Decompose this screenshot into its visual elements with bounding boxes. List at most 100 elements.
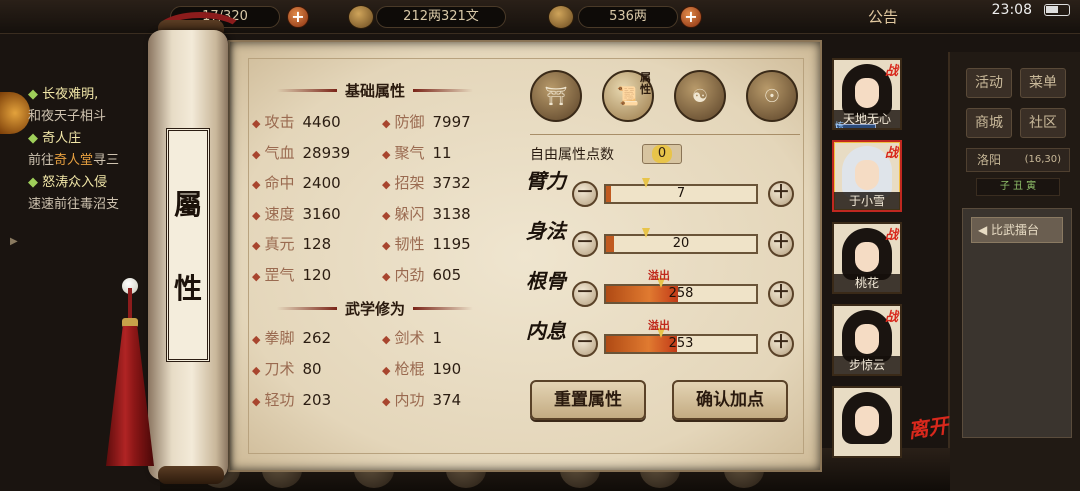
stat-label: 罡气 [264, 265, 295, 284]
quest-toggle-icon[interactable] [0, 92, 30, 134]
level-tag: 炼 [835, 122, 845, 130]
red-tassel [106, 326, 154, 466]
stat-value: 3138 [432, 204, 471, 223]
stat-value: 11 [432, 143, 452, 162]
increase-button[interactable]: ＋ [768, 231, 794, 257]
confirm-points-button[interactable]: 确认加点 [672, 380, 788, 420]
hat-character-icon[interactable]: ⛩ [530, 70, 582, 122]
stat-row: ◆ 命中 2400 [252, 172, 341, 194]
location-bar[interactable]: 洛阳 (16,30) [966, 148, 1070, 172]
expand-arrow-icon[interactable]: ▶ [10, 236, 18, 247]
stat-value: 4460 [302, 113, 341, 131]
diamond-bullet-icon: ◆ [382, 147, 391, 161]
stat-value: 1195 [432, 235, 471, 253]
attribute-bar: 253 [604, 328, 758, 354]
stat-value: 7997 [432, 113, 471, 131]
party-member[interactable]: 战于小雪 [832, 140, 902, 212]
member-name: 桃花 [834, 274, 900, 292]
diamond-bullet-icon: ◆ [382, 364, 391, 377]
stat-label: 真元 [264, 235, 295, 253]
meridian-body-icon[interactable]: ☉ [746, 70, 798, 122]
shop-button[interactable]: 商城 [966, 108, 1012, 138]
reset-attributes-button[interactable]: 重置属性 [530, 380, 646, 420]
stat-row: ◆ 招架 3732 [382, 172, 471, 194]
quest-desc: 前往奇人堂寻三 [28, 153, 120, 168]
quest-tracker[interactable]: 长夜难明, 和夜天子相斗 奇人庄 前往奇人堂寻三 怒涛众入侵 速速前往毒沼支 [28, 84, 168, 216]
level-bar: 炼 [835, 122, 876, 128]
party-member[interactable] [832, 386, 902, 458]
stat-row: ◆ 内功 374 [382, 389, 461, 411]
free-points-value: 0 [642, 144, 682, 164]
stat-label: 攻击 [264, 113, 295, 131]
martial-arts-header: 武学修为 [250, 296, 500, 320]
overflow-tag: 溢出 [648, 269, 670, 282]
stat-label: 拳脚 [264, 329, 295, 347]
diamond-bullet-icon: ◆ [252, 333, 261, 346]
stat-value: 605 [432, 265, 462, 284]
avatar-face [855, 160, 879, 190]
increase-button[interactable]: ＋ [768, 181, 794, 207]
diamond-bullet-icon: ◆ [252, 269, 261, 283]
allocation-attr-label: 内息 [526, 319, 566, 343]
increase-button[interactable]: ＋ [768, 331, 794, 357]
stat-value: 3160 [302, 204, 341, 223]
quest-title[interactable]: 奇人庄 [28, 128, 168, 150]
increase-button[interactable]: ＋ [768, 281, 794, 307]
attribute-bar: 7 [604, 178, 758, 204]
allocation-attr-label: 臂力 [526, 169, 566, 193]
decrease-button[interactable]: － [572, 231, 598, 257]
stat-value: 374 [432, 391, 462, 409]
community-button[interactable]: 社区 [1020, 108, 1066, 138]
gold-amount: 536两 [578, 6, 678, 28]
stat-value: 190 [432, 360, 462, 378]
stat-label: 韧性 [394, 235, 425, 253]
party-member[interactable]: 战步惊云 [832, 304, 902, 376]
stat-label: 聚气 [394, 143, 425, 162]
notice-button[interactable]: 公告 [868, 6, 898, 27]
member-name: 步惊云 [834, 356, 900, 374]
stat-label: 速度 [264, 204, 295, 223]
avatar-face [855, 78, 879, 108]
diamond-bullet-icon: ◆ [252, 364, 261, 377]
stat-label: 剑术 [394, 329, 425, 347]
party-member[interactable]: 战桃花 [832, 222, 902, 294]
party-member[interactable]: 战天地无心炼 [832, 58, 902, 130]
stat-row: ◆ 聚气 11 [382, 142, 452, 164]
diamond-bullet-icon: ◆ [382, 178, 391, 191]
stat-value: 80 [302, 360, 322, 378]
stat-label: 招架 [394, 174, 425, 192]
stat-value: 2400 [302, 174, 341, 192]
diamond-bullet-icon: ◆ [252, 395, 261, 408]
tab-divider [530, 134, 800, 135]
allocation-attr-label: 根骨 [526, 269, 566, 293]
decrease-button[interactable]: － [572, 331, 598, 357]
quest-title[interactable]: 长夜难明, [28, 84, 168, 106]
leave-button[interactable]: 离开 [906, 409, 950, 443]
title-char: 性 [173, 272, 202, 305]
attribute-value: 7 [676, 186, 686, 201]
decrease-button[interactable]: － [572, 281, 598, 307]
in-battle-badge: 战 [884, 228, 898, 243]
diamond-bullet-icon: ◆ [382, 208, 391, 222]
add-capacity-button[interactable]: + [287, 6, 309, 28]
stat-label: 枪棍 [394, 360, 425, 378]
stat-label: 防御 [394, 113, 425, 131]
decrease-button[interactable]: － [572, 181, 598, 207]
diamond-bullet-icon: ◆ [252, 178, 261, 191]
overflow-tag: 溢出 [648, 319, 670, 332]
stat-label: 内劲 [394, 265, 425, 284]
quest-title[interactable]: 怒涛众入侵 [28, 172, 168, 194]
gold-ingot-icon [548, 5, 574, 29]
add-gold-button[interactable]: + [680, 6, 702, 28]
bagua-icon[interactable]: ☯ [674, 70, 726, 122]
stat-row: ◆ 韧性 1195 [382, 233, 471, 255]
stat-value: 262 [302, 329, 332, 347]
arena-button[interactable]: ◀ 比武擂台 [971, 217, 1063, 243]
stat-row: ◆ 躲闪 3138 [382, 203, 471, 225]
battery-icon [1044, 4, 1070, 16]
attribute-value: 20 [672, 236, 690, 251]
activity-button[interactable]: 活动 [966, 68, 1012, 98]
location-name: 洛阳 [977, 153, 1002, 167]
stat-row: ◆ 速度 3160 [252, 203, 341, 225]
menu-button[interactable]: 菜单 [1020, 68, 1066, 98]
